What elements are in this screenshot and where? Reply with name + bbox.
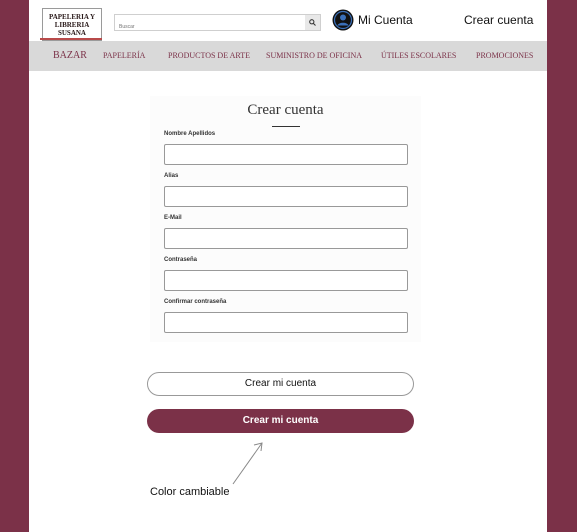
search-input[interactable]	[115, 19, 304, 35]
logo-line-1: PAPELERIA Y	[48, 12, 96, 21]
form-title: Crear cuenta	[247, 102, 324, 118]
account-link[interactable]: Mi Cuenta	[332, 9, 413, 31]
email-label: E-Mail	[164, 215, 182, 221]
main-nav: BAZAR PAPELERÍA PRODUCTOS DE ARTE SUMINI…	[29, 41, 547, 71]
nav-item-suministro-de-oficina[interactable]: SUMINISTRO DE OFICINA	[266, 41, 362, 71]
create-account-link[interactable]: Crear cuenta	[464, 13, 533, 27]
store-logo[interactable]: PAPELERIA Y LIBRERIA SUSANA	[42, 8, 102, 41]
create-account-button-filled[interactable]: Crear mi cuenta	[147, 409, 414, 433]
page-container: PAPELERIA Y LIBRERIA SUSANA Mi Cuenta Cr…	[29, 0, 547, 532]
confirm-password-label: Confirmar contraseña	[164, 299, 227, 305]
user-icon	[332, 9, 354, 31]
alias-label: Alias	[164, 173, 179, 179]
full-name-field[interactable]	[164, 144, 408, 165]
nav-item-bazar[interactable]: BAZAR	[53, 41, 87, 71]
alias-field[interactable]	[164, 186, 408, 207]
account-label: Mi Cuenta	[358, 13, 413, 27]
create-account-form: Crear cuenta Nombre Apellidos Alias E-Ma…	[150, 96, 421, 342]
logo-line-2: LIBRERIA	[54, 20, 90, 29]
search-icon	[309, 19, 316, 26]
nav-item-papeleria[interactable]: PAPELERÍA	[103, 41, 145, 71]
nav-item-promociones[interactable]: PROMOCIONES	[476, 41, 533, 71]
logo-line-3: SUSANA	[57, 28, 86, 37]
create-account-button-outline[interactable]: Crear mi cuenta	[147, 372, 414, 396]
search-button[interactable]	[305, 15, 320, 30]
annotation-arrow	[232, 442, 263, 485]
title-divider	[272, 126, 300, 127]
logo-underline	[40, 38, 102, 40]
password-label: Contraseña	[164, 257, 198, 263]
search-box	[114, 14, 321, 35]
password-field[interactable]	[164, 270, 408, 291]
nav-item-productos-de-arte[interactable]: PRODUCTOS DE ARTE	[168, 41, 250, 71]
nav-item-utiles-escolares[interactable]: ÚTILES ESCOLARES	[381, 41, 456, 71]
annotation-note: Color cambiable	[150, 486, 230, 498]
confirm-password-field[interactable]	[164, 312, 408, 333]
full-name-label: Nombre Apellidos	[164, 131, 216, 137]
email-field[interactable]	[164, 228, 408, 249]
